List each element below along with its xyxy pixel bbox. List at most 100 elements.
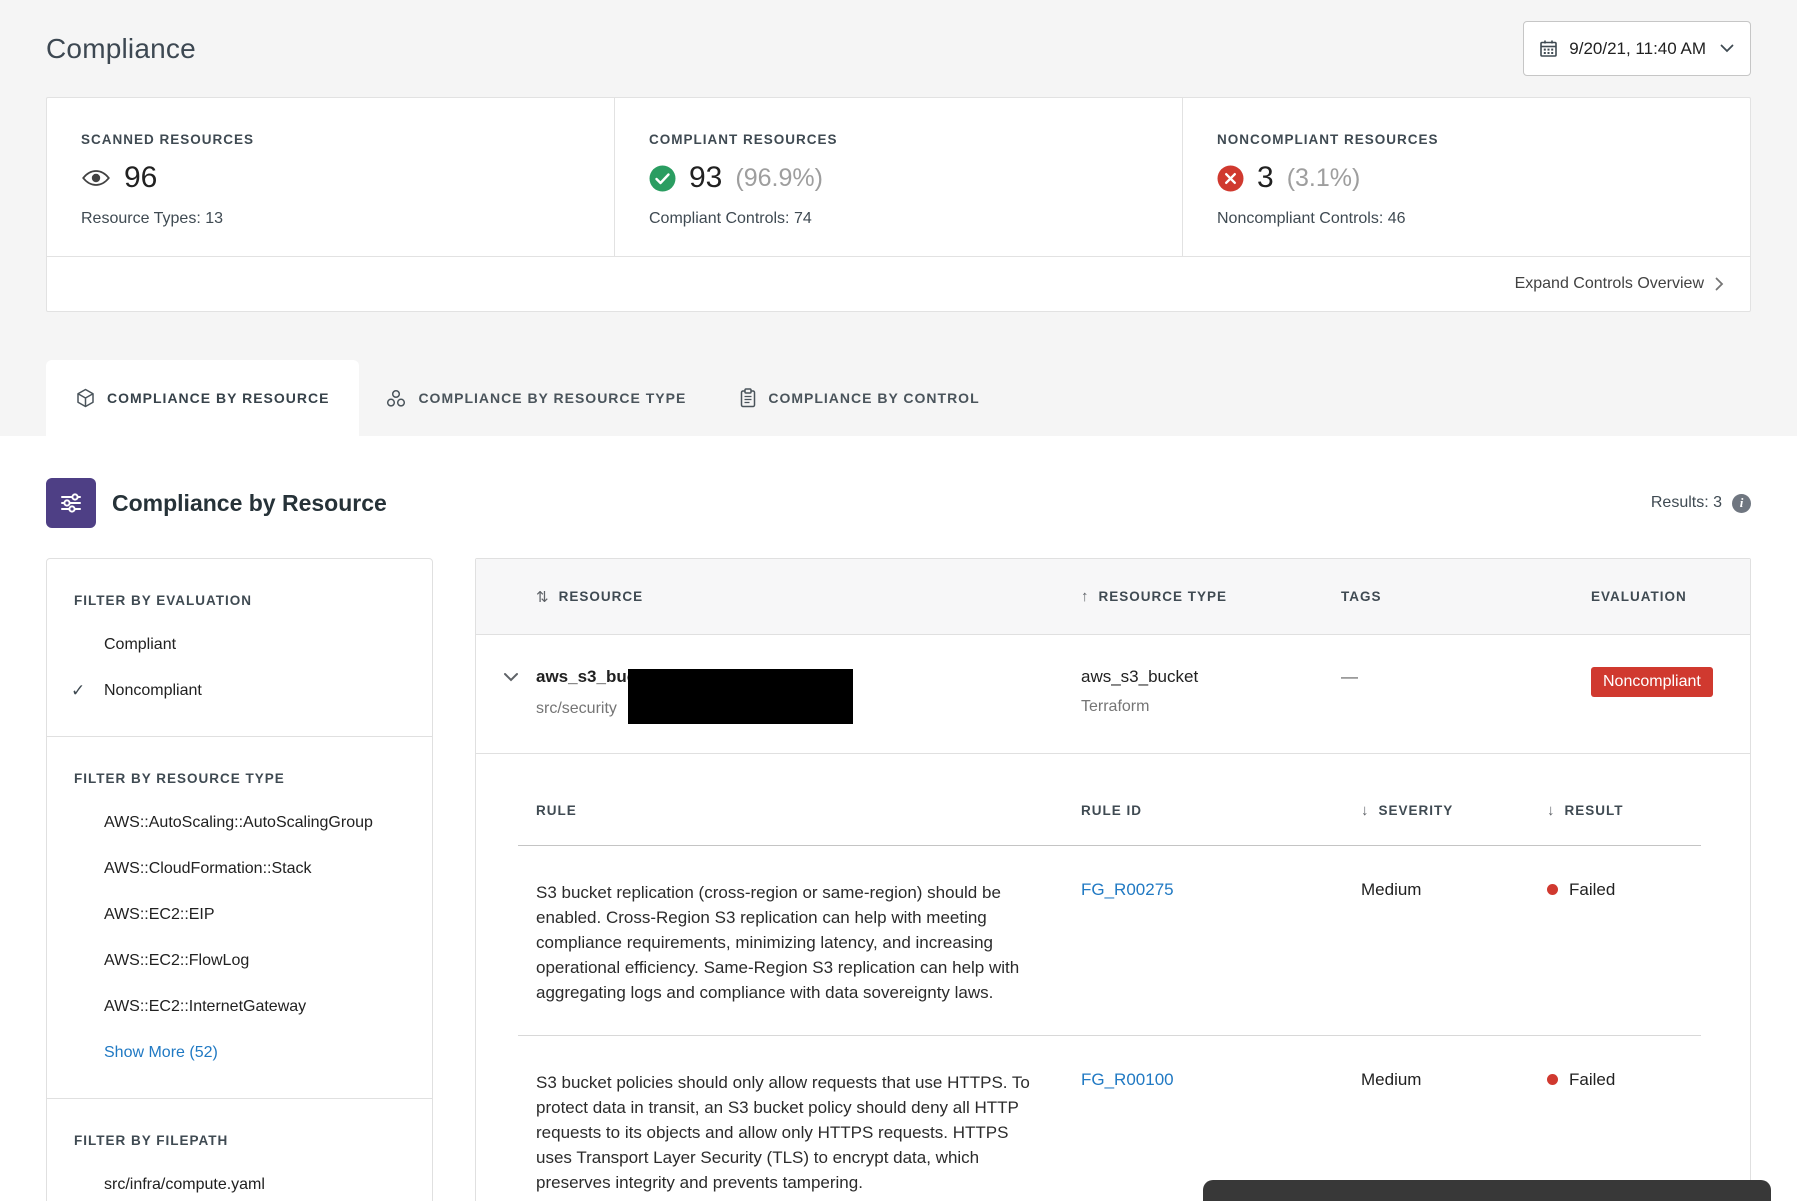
noncompliant-count: 3 <box>1257 161 1274 195</box>
column-header-result[interactable]: ↓ RESULT <box>1547 802 1750 819</box>
rule-row: S3 bucket replication (cross-region or s… <box>476 846 1750 1035</box>
body-row: FILTER BY EVALUATION Compliant ✓ Noncomp… <box>46 558 1751 1201</box>
rule-severity: Medium <box>1361 1070 1547 1195</box>
column-label: RESOURCE <box>559 589 644 604</box>
rule-result-cell: Failed <box>1547 1070 1750 1195</box>
resource-row[interactable]: aws_s3_buc src/security aws_s3_bucket Te… <box>476 635 1750 754</box>
filter-item-label: Compliant <box>104 636 176 653</box>
rule-result-cell: Failed <box>1547 880 1750 1005</box>
sort-down-icon: ↓ <box>1361 802 1370 819</box>
expand-controls-link[interactable]: Expand Controls Overview <box>1515 275 1724 293</box>
rule-id-link[interactable]: FG_R00275 <box>1081 880 1174 899</box>
date-picker-button[interactable]: 9/20/21, 11:40 AM <box>1523 21 1751 76</box>
filter-evaluation-heading: FILTER BY EVALUATION <box>74 593 405 608</box>
chevron-right-icon <box>1715 277 1724 291</box>
filter-item-ec2-eip[interactable]: AWS::EC2::EIP <box>47 905 432 924</box>
evaluation-cell: Noncompliant <box>1591 667 1750 753</box>
tab-bar: COMPLIANCE BY RESOURCE COMPLIANCE BY RES… <box>46 360 1751 436</box>
stat-label: NONCOMPLIANT RESOURCES <box>1217 132 1750 147</box>
filter-item-label: AWS::CloudFormation::Stack <box>104 860 311 877</box>
section-title: Compliance by Resource <box>112 490 387 517</box>
resource-table: ⇅ RESOURCE ↑ RESOURCE TYPE TAGS EVALUATI… <box>475 558 1751 1201</box>
filter-item-label: AWS::AutoScaling::AutoScalingGroup <box>104 814 373 831</box>
divider <box>47 1098 432 1099</box>
rules-header-row: RULE RULE ID ↓ SEVERITY ↓ RESULT <box>476 802 1750 819</box>
filter-item-label: AWS::EC2::EIP <box>104 906 215 923</box>
filter-resource-type-heading: FILTER BY RESOURCE TYPE <box>74 771 405 786</box>
noncompliant-badge: Noncompliant <box>1591 667 1713 697</box>
filter-item-ec2-internetgateway[interactable]: AWS::EC2::InternetGateway <box>47 997 432 1016</box>
sliders-icon <box>59 492 83 514</box>
tab-label: COMPLIANCE BY RESOURCE TYPE <box>418 390 686 406</box>
table-header-row: ⇅ RESOURCE ↑ RESOURCE TYPE TAGS EVALUATI… <box>476 559 1750 635</box>
check-icon: ✓ <box>71 681 85 700</box>
column-label: RESOURCE TYPE <box>1099 589 1228 604</box>
filter-item-label: AWS::EC2::FlowLog <box>104 952 249 969</box>
expand-controls-row: Expand Controls Overview <box>47 256 1750 311</box>
resource-type: aws_s3_bucket <box>1081 667 1341 687</box>
filter-settings-button[interactable] <box>46 478 96 528</box>
eye-icon <box>81 168 111 188</box>
compliance-page: Compliance 9/20/21, 11:40 AM SCANNED RES… <box>0 0 1797 1201</box>
column-header-resource[interactable]: ⇅ RESOURCE <box>536 588 1081 606</box>
column-header-evaluation[interactable]: EVALUATION <box>1591 589 1750 604</box>
floating-widget[interactable] <box>1203 1180 1771 1201</box>
column-header-rule: RULE <box>536 802 1081 819</box>
rule-description: S3 bucket replication (cross-region or s… <box>536 880 1041 1005</box>
stat-scanned-resources: SCANNED RESOURCES 96 Resource Types: 13 <box>47 98 614 256</box>
rule-result: Failed <box>1569 1070 1615 1090</box>
tab-compliance-by-resource[interactable]: COMPLIANCE BY RESOURCE <box>46 360 359 436</box>
expand-row-chevron-icon[interactable] <box>503 672 519 682</box>
chevron-down-icon <box>1720 44 1734 53</box>
column-label: RULE ID <box>1081 803 1142 818</box>
info-icon[interactable]: i <box>1732 494 1751 513</box>
noncompliant-percent: (3.1%) <box>1287 164 1361 193</box>
tab-label: COMPLIANCE BY RESOURCE <box>107 390 329 406</box>
stat-compliant-resources: COMPLIANT RESOURCES 93 (96.9%) Compliant… <box>614 98 1182 256</box>
filter-item-noncompliant[interactable]: ✓ Noncompliant <box>47 681 432 700</box>
compliant-controls-count: Compliant Controls: 74 <box>649 210 1182 228</box>
column-header-resource-type[interactable]: ↑ RESOURCE TYPE <box>1081 588 1341 605</box>
failed-dot-icon <box>1547 1074 1558 1085</box>
stats-row: SCANNED RESOURCES 96 Resource Types: 13 … <box>47 98 1750 256</box>
stats-card: SCANNED RESOURCES 96 Resource Types: 13 … <box>46 97 1751 312</box>
column-header-severity[interactable]: ↓ SEVERITY <box>1361 802 1547 819</box>
column-label: RESULT <box>1565 803 1624 818</box>
main-content: Compliance by Resource Results: 3 i FILT… <box>0 436 1797 1201</box>
rule-result: Failed <box>1569 880 1615 900</box>
rule-id-link[interactable]: FG_R00100 <box>1081 1070 1174 1089</box>
redacted-area <box>628 669 853 724</box>
rule-severity: Medium <box>1361 880 1547 1005</box>
filter-item-autoscalinggroup[interactable]: AWS::AutoScaling::AutoScalingGroup <box>47 813 432 832</box>
stat-label: COMPLIANT RESOURCES <box>649 132 1182 147</box>
divider <box>47 736 432 737</box>
section-header: Compliance by Resource Results: 3 i <box>46 478 1751 528</box>
resource-source: Terraform <box>1081 698 1341 716</box>
resource-types-count: Resource Types: 13 <box>81 210 614 228</box>
compliant-count: 93 <box>689 161 722 195</box>
compliant-percent: (96.9%) <box>735 164 823 193</box>
filter-item-label: AWS::EC2::InternetGateway <box>104 998 306 1015</box>
filter-item-cloudformation-stack[interactable]: AWS::CloudFormation::Stack <box>47 859 432 878</box>
filter-sidebar: FILTER BY EVALUATION Compliant ✓ Noncomp… <box>46 558 433 1201</box>
filter-item-label: Noncompliant <box>104 682 202 699</box>
column-label: EVALUATION <box>1591 589 1687 604</box>
tags-cell: — <box>1341 667 1591 753</box>
filter-item-filepath-compute-yaml[interactable]: src/infra/compute.yaml <box>47 1175 432 1194</box>
x-circle-icon <box>1217 165 1244 192</box>
column-header-rule-id: RULE ID <box>1081 802 1361 819</box>
column-label: TAGS <box>1341 589 1382 604</box>
tab-compliance-by-control[interactable]: COMPLIANCE BY CONTROL <box>713 360 1006 436</box>
tab-compliance-by-resource-type[interactable]: COMPLIANCE BY RESOURCE TYPE <box>359 360 713 436</box>
rule-row: S3 bucket policies should only allow req… <box>476 1036 1750 1201</box>
expand-controls-label: Expand Controls Overview <box>1515 275 1704 293</box>
filter-item-ec2-flowlog[interactable]: AWS::EC2::FlowLog <box>47 951 432 970</box>
sort-down-icon: ↓ <box>1547 802 1556 819</box>
filter-item-compliant[interactable]: Compliant <box>47 635 432 654</box>
column-header-tags[interactable]: TAGS <box>1341 589 1591 604</box>
page-header: Compliance 9/20/21, 11:40 AM <box>46 0 1751 97</box>
rule-description: S3 bucket policies should only allow req… <box>536 1070 1041 1195</box>
show-more-link[interactable]: Show More (52) <box>47 1043 432 1062</box>
tab-label: COMPLIANCE BY CONTROL <box>768 390 979 406</box>
date-label: 9/20/21, 11:40 AM <box>1569 39 1706 59</box>
